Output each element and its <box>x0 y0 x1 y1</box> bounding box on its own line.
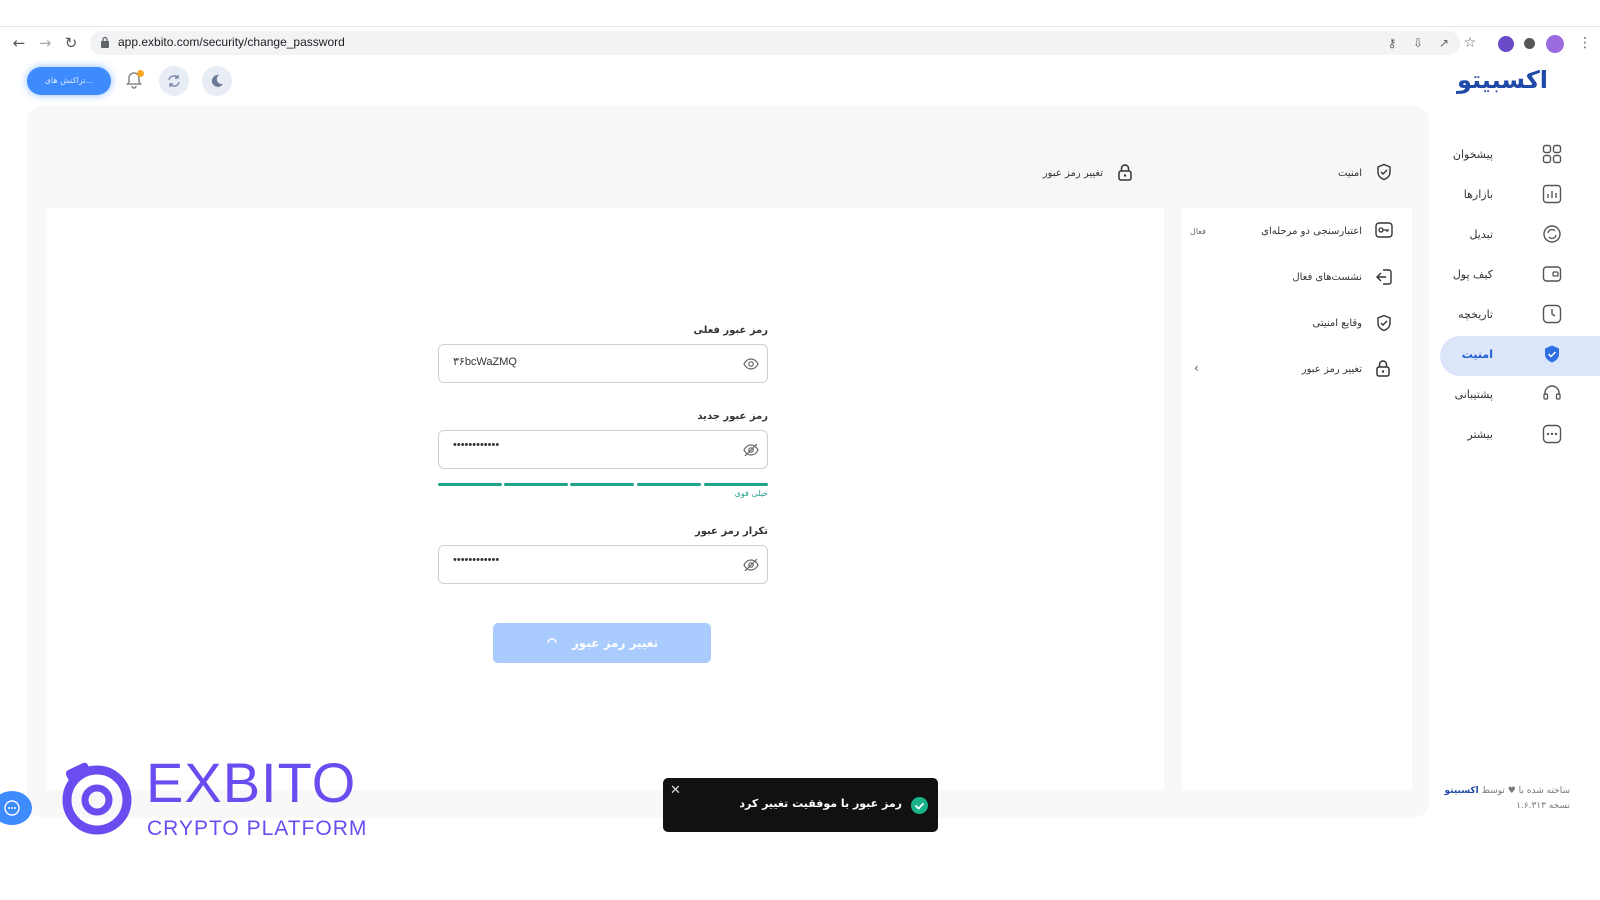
padlock-icon <box>1376 360 1390 377</box>
profile-avatar[interactable] <box>1546 35 1564 53</box>
more-icon <box>1542 424 1562 444</box>
back-arrow-icon[interactable]: ← <box>10 34 28 52</box>
kebab-menu-icon[interactable]: ⋮ <box>1578 36 1592 50</box>
sidebar-item-label: بیشتر <box>1467 428 1493 441</box>
convert-icon <box>1543 225 1561 243</box>
strength-segment <box>504 483 568 486</box>
clock-icon <box>1542 304 1562 324</box>
footer-by: توسط <box>1481 786 1505 796</box>
status-badge: فعال <box>1190 227 1206 236</box>
key-icon[interactable]: ⚷ <box>1385 36 1399 50</box>
login-icon <box>1376 269 1392 285</box>
new-password-value: •••••••••••• <box>453 439 500 451</box>
lock-icon <box>101 36 109 48</box>
notification-dot <box>137 70 144 77</box>
share-icon[interactable]: ↗ <box>1437 36 1451 50</box>
strength-segment <box>637 483 701 486</box>
current-password-label: رمز عبور فعلی <box>693 325 768 336</box>
app-version: نسخه ۱.۶.۳۱۳ <box>1516 801 1570 811</box>
sync-icon <box>168 75 180 87</box>
strength-segment <box>704 483 768 486</box>
extension-icon[interactable] <box>1498 36 1514 52</box>
strength-segment <box>438 483 502 486</box>
forward-arrow-icon[interactable]: → <box>36 34 54 52</box>
shield-check-icon <box>1377 163 1391 181</box>
refresh-button[interactable] <box>159 66 189 96</box>
reload-icon[interactable]: ↻ <box>62 34 80 52</box>
toast-message: رمز عبور با موفقیت تغییر کرد <box>739 797 902 810</box>
footer-brand-link[interactable]: اکسبیتو <box>1445 786 1479 796</box>
padlock-icon <box>1118 164 1132 181</box>
transactions-pill-button[interactable]: تراکنش های... <box>27 67 111 95</box>
footer-prefix: ساخته شده با <box>1518 786 1570 796</box>
brand-logo[interactable]: اکسبیتو <box>1457 66 1548 94</box>
grid-icon <box>1542 144 1562 164</box>
watermark-subtitle: CRYPTO PLATFORM <box>147 817 368 840</box>
current-password-field[interactable]: ۳۶bcWaZMQ <box>438 344 768 383</box>
chart-icon <box>1542 184 1562 204</box>
chevron-left-icon: ‹ <box>1194 361 1199 375</box>
chat-support-button[interactable] <box>0 791 32 825</box>
chat-icon <box>4 800 20 816</box>
spinner-icon <box>547 638 557 644</box>
current-password-value: ۳۶bcWaZMQ <box>453 356 517 368</box>
security-menu-title: امنیت <box>1338 168 1362 179</box>
menu-item-label: نشست‌های فعال <box>1292 272 1362 283</box>
content-title: تغییر رمز عبور <box>1042 168 1103 179</box>
sidebar-item-label: تاریخچه <box>1458 308 1493 321</box>
puzzle-icon[interactable] <box>1524 38 1535 49</box>
heart-icon: ♥ <box>1507 786 1516 796</box>
key-box-icon <box>1375 222 1393 238</box>
sidebar-item-label: پیشخوان <box>1452 148 1493 161</box>
sidebar-item-label: امنیت <box>1461 348 1493 361</box>
theme-toggle-button[interactable] <box>202 66 232 96</box>
confirm-password-field[interactable]: •••••••••••• <box>438 545 768 584</box>
headset-icon <box>1543 385 1561 400</box>
url-text[interactable]: app.exbito.com/security/change_password <box>118 35 345 49</box>
watermark-title: EXBITO <box>146 751 357 814</box>
shield-icon <box>1545 345 1559 363</box>
menu-item-label: اعتبارسنجی دو مرحله‌ای <box>1261 226 1362 237</box>
wallet-icon <box>1542 266 1562 282</box>
confirm-password-value: •••••••••••• <box>453 554 500 566</box>
star-icon[interactable]: ☆ <box>1463 36 1477 50</box>
sidebar-item-label: کیف پول <box>1452 268 1493 281</box>
eye-off-icon[interactable] <box>743 442 759 458</box>
change-password-header <box>47 140 1164 208</box>
eye-off-icon[interactable] <box>743 557 759 573</box>
moon-icon <box>211 74 223 87</box>
sidebar-footer-credit: ساخته شده با ♥ توسط اکسبیتو <box>1445 786 1570 796</box>
sidebar-item-label: تبدیل <box>1469 228 1493 241</box>
strength-label: خیلی قوی <box>734 489 768 498</box>
eye-icon[interactable] <box>743 356 759 372</box>
install-icon[interactable]: ⇩ <box>1411 36 1425 50</box>
new-password-label: رمز عبور جدید <box>697 411 768 422</box>
sidebar-item-label: بازارها <box>1463 188 1493 201</box>
success-toast: ✕ رمز عبور با موفقیت تغییر کرد <box>663 778 938 832</box>
submit-label: تغییر رمز عبور <box>571 636 659 650</box>
sidebar-item-label: پشتیبانی <box>1454 388 1493 401</box>
new-password-field[interactable]: •••••••••••• <box>438 430 768 469</box>
exbito-watermark-logo-icon <box>62 762 132 835</box>
confirm-password-label: تکرار رمز عبور <box>694 526 768 537</box>
menu-item-label: وقایع امنیتی <box>1312 318 1362 329</box>
close-icon[interactable]: ✕ <box>670 783 681 798</box>
browser-tabstrip <box>0 0 1600 27</box>
change-password-submit-button[interactable]: تغییر رمز عبور <box>493 623 711 663</box>
check-circle-icon <box>911 797 928 814</box>
page-bottom <box>0 860 1600 900</box>
menu-item-label: تغییر رمز عبور <box>1301 364 1362 375</box>
shield-check-icon <box>1377 314 1391 332</box>
strength-segment <box>570 483 634 486</box>
